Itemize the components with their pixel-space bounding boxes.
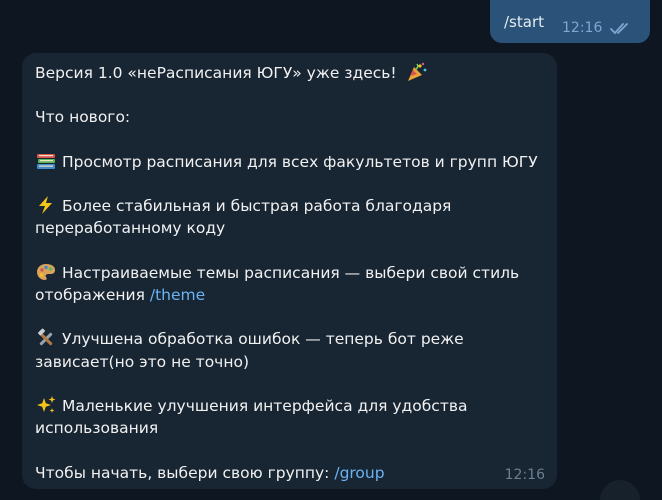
- lightning-icon: [39, 196, 52, 215]
- group-command-link[interactable]: /group: [334, 464, 384, 482]
- feature-item-3-text-line-2: отображения: [35, 285, 150, 304]
- feature-item-4-text-line-2: зависает(но это не точно): [35, 352, 250, 371]
- feature-item-1-text: Просмотр расписания для всех факультетов…: [62, 152, 538, 171]
- feature-item-3-line-2: отображения /theme: [35, 284, 543, 306]
- incoming-message-time: 12:16: [504, 467, 545, 483]
- chat-area: /start 12:16 Версия 1.0 «неРасписания ЮГ…: [0, 0, 662, 500]
- feature-item-5: Маленькие улучшения интерфейса для удобс…: [35, 395, 543, 417]
- books-icon: [37, 153, 55, 169]
- feature-item-5-text-line-2: использования: [35, 419, 159, 438]
- outgoing-message-time: 12:16: [562, 20, 603, 36]
- tools-icon: [38, 328, 53, 346]
- whats-new-heading: Что нового:: [35, 108, 131, 127]
- feature-item-2-text-line-1: Более стабильная и быстрая работа благод…: [62, 197, 452, 216]
- party-popper-icon: [407, 62, 426, 81]
- message-title-line: Версия 1.0 «неРасписания ЮГУ» уже здесь!: [35, 62, 543, 84]
- message-title: Версия 1.0 «неРасписания ЮГУ» уже здесь!: [35, 64, 397, 82]
- feature-item-2: Более стабильная и быстрая работа благод…: [35, 195, 543, 217]
- double-check-icon: [610, 23, 628, 35]
- feature-item-3: Настраиваемые темы расписания — выбери с…: [35, 262, 543, 284]
- outgoing-message[interactable]: /start 12:16: [490, 0, 650, 43]
- feature-item-5-text-line-1: Маленькие улучшения интерфейса для удобс…: [62, 396, 468, 415]
- feature-item-4-text-line-1: Улучшена обработка ошибок — теперь бот р…: [62, 330, 464, 349]
- scroll-down-button[interactable]: [600, 480, 640, 500]
- feature-item-4: Улучшена обработка ошибок — теперь бот р…: [35, 328, 543, 350]
- palette-icon: [37, 263, 55, 280]
- outgoing-message-text: /start: [504, 13, 544, 31]
- feature-item-1: Просмотр расписания для всех факультетов…: [35, 151, 543, 173]
- theme-command-link[interactable]: /theme: [150, 286, 205, 304]
- feature-item-2-text-line-2: переработанному коду: [35, 219, 226, 238]
- feature-item-3-text-line-1: Настраиваемые темы расписания — выбери с…: [62, 263, 520, 282]
- call-to-action-text: Чтобы начать, выбери свою группу:: [35, 463, 335, 482]
- incoming-message[interactable]: Версия 1.0 «неРасписания ЮГУ» уже здесь!…: [22, 53, 557, 489]
- call-to-action: Чтобы начать, выбери свою группу: /group: [35, 462, 543, 484]
- sparkles-icon: [37, 395, 56, 413]
